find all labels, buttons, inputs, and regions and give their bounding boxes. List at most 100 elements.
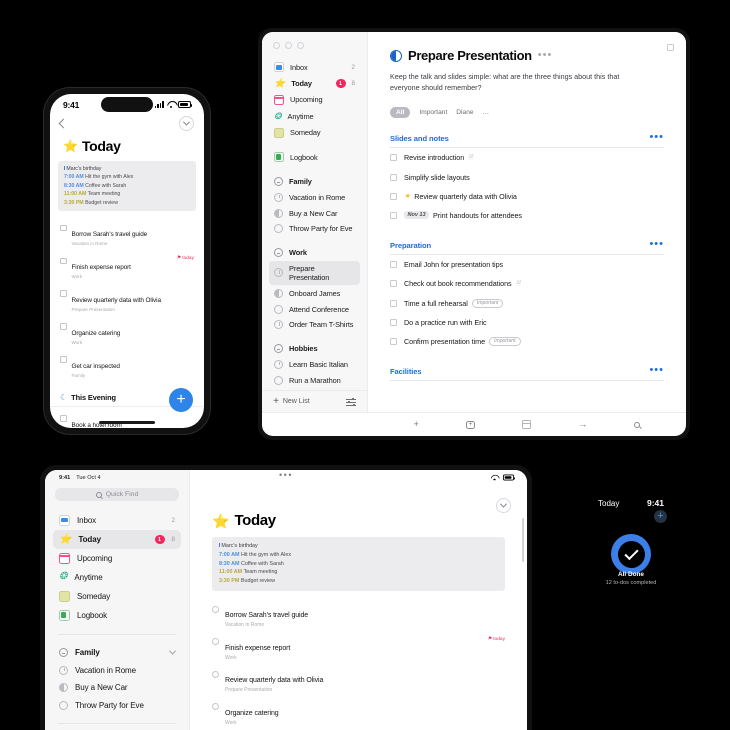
item-checkbox[interactable] — [390, 280, 397, 287]
checklist-item[interactable]: Nov 13 Print handouts for attendees — [390, 206, 664, 225]
sidebar-project[interactable]: Vacation in Rome — [269, 189, 360, 205]
todo-checkbox[interactable] — [212, 670, 219, 678]
sidebar-project[interactable]: Throw Party for Eve — [269, 221, 360, 237]
todo-item[interactable]: Finish expense report Work ⚑ today — [60, 252, 194, 285]
search-icon[interactable] — [634, 421, 641, 428]
todo-checkbox[interactable] — [60, 224, 67, 232]
sidebar-item-someday[interactable]: Someday — [53, 587, 181, 606]
filter-chip[interactable]: All — [390, 107, 411, 118]
sidebar-item-today[interactable]: ⭐ Today 1 8 — [53, 530, 181, 549]
sidebar-item-upcoming[interactable]: Upcoming — [53, 549, 181, 568]
arrow-right-icon[interactable]: → — [578, 420, 587, 429]
search-input[interactable]: Quick Find — [55, 488, 179, 501]
ellipsis-icon[interactable]: ••• — [649, 132, 664, 142]
todo-item[interactable]: Review quarterly data with Olivia Prepare… — [212, 666, 505, 699]
item-checkbox[interactable] — [390, 211, 397, 219]
sidebar-project[interactable]: Prepare Presentation — [269, 260, 360, 286]
sliders-icon[interactable] — [346, 397, 356, 407]
checklist-item[interactable]: Email John for presentation tips — [390, 255, 664, 274]
chevron-down-icon[interactable] — [168, 647, 177, 656]
todo-item[interactable]: Finish expense report Work ⚑ today — [212, 633, 505, 666]
sidebar-project[interactable]: Onboard James — [269, 285, 360, 301]
todo-checkbox[interactable] — [60, 257, 67, 264]
duplicate-icon[interactable] — [666, 43, 675, 52]
agenda-row: 3:30 PM Budget review — [64, 199, 190, 207]
sidebar-item-anytime[interactable]: ❂ Anytime — [269, 108, 360, 124]
new-project-icon[interactable]: + — [465, 420, 475, 429]
filter-chip[interactable]: Diane — [456, 109, 473, 116]
todo-checkbox[interactable] — [60, 415, 67, 422]
checklist-item[interactable]: Simplify slide layouts — [390, 168, 664, 187]
sidebar-group-work[interactable]: Work — [269, 245, 360, 261]
todo-item[interactable]: Review quarterly data with Olivia Prepare… — [60, 285, 194, 318]
filter-chip[interactable]: … — [483, 109, 490, 116]
sidebar-item-logbook[interactable]: Logbook — [53, 606, 181, 625]
todo-item[interactable]: Borrow Sarah's travel guide Vacation in R… — [212, 601, 505, 634]
scrollbar[interactable] — [521, 518, 524, 562]
back-chevron-icon[interactable] — [58, 118, 69, 128]
sidebar-item-upcoming[interactable]: Upcoming — [269, 92, 360, 109]
todo-checkbox[interactable] — [212, 605, 219, 613]
sidebar-project[interactable]: Throw Party for Eve — [53, 696, 181, 713]
watch-add-button[interactable]: + — [654, 510, 667, 523]
sidebar-item-someday[interactable]: Someday — [269, 124, 360, 141]
detail-section: Facilities ••• — [390, 365, 664, 381]
item-checkbox[interactable] — [390, 318, 397, 326]
calendar-icon[interactable] — [522, 420, 532, 429]
todo-item[interactable]: Book a hotel roomVacation in Rome — [60, 410, 194, 428]
filter-chip[interactable]: Important — [419, 109, 447, 116]
sidebar-project[interactable]: Attend Conference — [269, 301, 360, 317]
checklist-item[interactable]: Confirm presentation time Important — [390, 332, 664, 351]
sidebar-project[interactable]: Vacation in Rome — [53, 662, 181, 679]
todo-checkbox[interactable] — [60, 323, 67, 330]
todo-checkbox[interactable] — [60, 290, 67, 297]
sidebar-item-inbox[interactable]: Inbox 2 — [53, 511, 181, 530]
ellipsis-icon[interactable]: ••• — [538, 50, 553, 60]
ellipsis-icon[interactable]: ••• — [649, 239, 664, 249]
item-checkbox[interactable] — [390, 337, 397, 345]
sidebar-project[interactable]: Order Team T-Shirts — [269, 317, 360, 333]
item-checkbox[interactable] — [390, 299, 397, 307]
checklist-item[interactable]: Revise introduction 🗎 — [390, 148, 664, 168]
item-checkbox[interactable] — [390, 260, 397, 268]
todo-item[interactable]: Get car inspected Family — [60, 351, 194, 384]
sidebar-item-anytime[interactable]: ❂ Anytime — [53, 568, 181, 586]
sidebar-group-family[interactable]: Family — [53, 644, 181, 661]
agenda-row: 11:00 AM Team meeting — [219, 568, 498, 577]
sidebar-project[interactable]: Learn Basic Italian — [269, 357, 360, 373]
star-icon: ⭐ — [63, 139, 78, 153]
ellipsis-icon[interactable]: ••• — [649, 365, 664, 375]
todo-checkbox[interactable] — [212, 703, 219, 711]
item-checkbox[interactable] — [390, 154, 397, 161]
checklist-item[interactable]: Check out book recommendations 🗎 — [390, 274, 664, 294]
checklist-item[interactable]: Do a practice run with Eric — [390, 313, 664, 332]
sidebar-project[interactable]: Buy a New Car — [269, 205, 360, 221]
item-checkbox[interactable] — [390, 173, 397, 181]
plus-icon[interactable]: + — [414, 420, 419, 429]
checklist-item[interactable]: ★ Review quarterly data with Olivia — [390, 187, 664, 206]
new-list-button[interactable]: + New List — [273, 396, 310, 407]
agenda-row: 8:30 AM Coffee with Sarah — [219, 560, 498, 569]
sidebar-project[interactable]: Buy a New Car — [53, 679, 181, 696]
item-checkbox[interactable] — [390, 192, 397, 200]
collapse-button[interactable] — [496, 498, 511, 513]
todo-item[interactable]: Organize catering Work — [60, 318, 194, 351]
page-title-label: Today — [81, 138, 121, 154]
sidebar-group-hobbies[interactable]: Hobbies — [269, 341, 360, 357]
sidebar-group-family[interactable]: Family — [269, 174, 360, 190]
sidebar-item-inbox[interactable]: Inbox 2 — [269, 59, 360, 76]
agenda-row: Marc's birthday — [219, 542, 498, 551]
checklist-item[interactable]: Time a full rehearsal Important — [390, 294, 664, 313]
agenda-time: 11:00 AM — [219, 569, 243, 576]
sidebar-item-logbook[interactable]: Logbook — [269, 149, 360, 166]
window-traffic-lights[interactable] — [262, 32, 367, 57]
todo-item[interactable]: Organize catering Work — [212, 698, 505, 730]
todo-checkbox[interactable] — [212, 638, 219, 646]
project-progress-icon — [274, 359, 283, 369]
sidebar-item-today[interactable]: ⭐ Today 1 8 — [269, 76, 360, 92]
todo-checkbox[interactable] — [60, 356, 67, 363]
sidebar-project[interactable]: Run a Marathon — [269, 372, 360, 388]
add-todo-fab[interactable]: + — [169, 388, 193, 412]
todo-item[interactable]: Borrow Sarah's travel guide Vacation in R… — [60, 219, 194, 252]
collapse-button[interactable] — [179, 115, 194, 131]
